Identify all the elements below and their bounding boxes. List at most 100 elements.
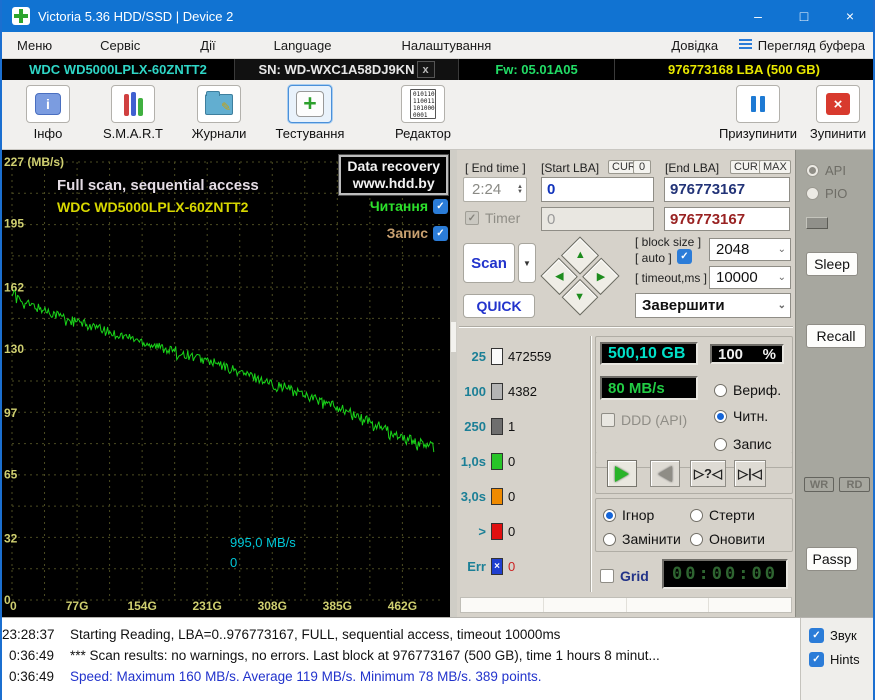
hints-checkbox-row[interactable]: Hints [809, 652, 873, 667]
menu-item-menu[interactable]: Меню [7, 38, 62, 53]
window-title: Victoria 5.36 HDD/SSD | Device 2 [38, 8, 234, 24]
maximize-button[interactable]: □ [781, 0, 827, 32]
sleep-button[interactable]: Sleep [806, 252, 858, 276]
mode-write-radio-row[interactable]: Запис [714, 436, 772, 452]
legend-write: Запис [387, 225, 448, 241]
legend-read-checkbox[interactable] [433, 198, 448, 214]
bad-remap-radio-row[interactable]: Замінити [603, 531, 681, 547]
api-radio[interactable] [806, 164, 819, 177]
mode-verify-radio[interactable] [714, 383, 727, 397]
progress-unit: % [762, 345, 776, 363]
seek-verify-button[interactable]: ▷?◁ [690, 460, 726, 487]
info-button-label: Інфо [33, 126, 63, 141]
bad-refresh-radio[interactable] [690, 532, 703, 546]
sound-checkbox[interactable] [809, 628, 824, 643]
svg-text:130: 130 [4, 342, 24, 356]
bad-ignore-radio-row[interactable]: Ігнор [603, 507, 654, 523]
timeout-select[interactable]: 10000 ⌄ [709, 266, 791, 289]
spinner-arrows-icon[interactable]: ▲ ▼ [517, 184, 523, 195]
mode-write-label: Запис [733, 436, 772, 452]
timer-checkbox-row[interactable]: Timer [465, 210, 520, 226]
grid-checkbox[interactable] [600, 569, 614, 583]
back-icon [658, 465, 672, 482]
pause-button-label: Призупинити [718, 126, 798, 141]
end-lba-input-2[interactable]: 976773167 [664, 207, 790, 231]
sound-checkbox-row[interactable]: Звук [809, 628, 873, 643]
bad-remap-radio[interactable] [603, 532, 616, 546]
bad-remap-label: Замінити [622, 531, 681, 547]
end-time-spinner[interactable]: 2:24 ▲ ▼ [463, 177, 527, 202]
serial-close-button[interactable]: x [416, 61, 435, 78]
end-time-label: [ End time ] [465, 161, 526, 175]
graph-scrollbar[interactable] [450, 150, 457, 617]
ddd-checkbox[interactable] [601, 413, 615, 427]
rd-button[interactable]: RD [839, 477, 870, 492]
editor-button[interactable]: 010110 110011 101000 0001 Редактор [383, 85, 463, 141]
elapsed-timer-lcd: 00:00:00 [662, 559, 788, 589]
quick-button[interactable]: QUICK [463, 294, 535, 318]
mode-verify-radio-row[interactable]: Вериф. [714, 382, 781, 398]
bad-refresh-radio-row[interactable]: Оновити [690, 531, 765, 547]
menu-item-language[interactable]: Language [264, 38, 342, 53]
hints-label: Hints [830, 652, 860, 667]
pause-button[interactable]: Призупинити [714, 85, 802, 141]
bad-erase-radio[interactable] [690, 508, 703, 522]
mode-write-radio[interactable] [714, 437, 727, 451]
svg-text:308G: 308G [258, 599, 287, 613]
recall-button[interactable]: Recall [806, 324, 866, 348]
menu-item-help[interactable]: Довідка [661, 38, 728, 53]
action-value: Завершити [642, 297, 725, 314]
action-select[interactable]: Завершити ⌄ [635, 293, 791, 318]
ddd-label: DDD (API) [621, 412, 688, 428]
menu-item-actions[interactable]: Дії [190, 38, 225, 53]
end-lba-input[interactable]: 976773167 [664, 177, 790, 202]
stat-block-err: × [491, 558, 503, 575]
device-model[interactable]: WDC WD5000LPLX-60ZNTT2 [2, 59, 234, 80]
block-size-select[interactable]: 2048 ⌄ [709, 238, 791, 261]
buffer-view-button[interactable]: Перегляд буфера [738, 38, 865, 53]
mode-read-radio-row[interactable]: Читн. [714, 408, 768, 424]
stop-button-label: Зупинити [809, 126, 867, 141]
legend-read: Читання [370, 198, 448, 214]
hints-checkbox[interactable] [809, 652, 824, 667]
log-text: *** Scan results: no warnings, no errors… [70, 648, 660, 663]
play-button[interactable] [607, 460, 637, 487]
pio-radio-row[interactable]: PIO [806, 186, 847, 201]
activity-indicator [806, 217, 828, 229]
chevron-down-icon: ⌄ [777, 272, 786, 283]
mode-read-radio[interactable] [714, 409, 727, 423]
passp-button[interactable]: Passp [806, 547, 858, 571]
minimize-button[interactable]: – [735, 0, 781, 32]
test-button[interactable]: + Тестування [265, 85, 355, 141]
legend-write-checkbox[interactable] [433, 225, 448, 241]
stop-button[interactable]: × Зупинити [806, 85, 870, 141]
legend-write-label: Запис [386, 225, 428, 241]
auto-checkbox[interactable] [677, 249, 692, 264]
ddd-checkbox-row[interactable]: DDD (API) [601, 412, 687, 428]
bad-erase-radio-row[interactable]: Стерти [690, 507, 755, 523]
end-lba-cur-button[interactable]: CUR [730, 160, 762, 174]
menu-item-service[interactable]: Сервіс [90, 38, 150, 53]
pio-radio[interactable] [806, 187, 819, 200]
start-lba-zero-button[interactable]: 0 [633, 160, 651, 174]
timer-checkbox[interactable] [465, 211, 479, 225]
bad-ignore-radio[interactable] [603, 508, 616, 522]
info-button[interactable]: i Інфо [13, 85, 83, 141]
seek-edge-button[interactable]: ▷|◁ [734, 460, 766, 487]
end-lba-max-button[interactable]: MAX [759, 160, 791, 174]
back-button[interactable] [650, 460, 680, 487]
arrow-up-icon: ▲ [574, 249, 586, 262]
speed-graph[interactable]: 227 (MB/s) 195 162 130 97 65 32 0 0 77G 154G 231G 30… [2, 150, 457, 617]
close-button[interactable]: × [827, 0, 873, 32]
smart-button[interactable]: S.M.A.R.T [95, 85, 171, 141]
logs-button[interactable]: ✎ Журнали [181, 85, 257, 141]
start-lba-input[interactable]: 0 [541, 177, 654, 202]
wr-button[interactable]: WR [804, 477, 834, 492]
grid-checkbox-row[interactable]: Grid [600, 568, 649, 584]
scan-button[interactable]: Scan [463, 243, 515, 283]
api-radio-row[interactable]: API [806, 163, 846, 178]
menu-item-settings[interactable]: Налаштування [391, 38, 501, 53]
log-rows[interactable]: 23:28:37 Starting Reading, LBA=0..976773… [2, 618, 800, 700]
right-rail: API PIO Sleep Recall WR RD Passp [795, 150, 873, 617]
scan-dropdown-button[interactable]: ▼ [518, 243, 536, 283]
